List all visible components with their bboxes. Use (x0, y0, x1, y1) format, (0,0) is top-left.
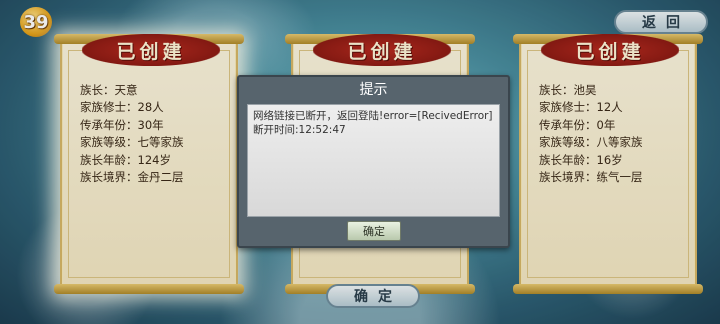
dialog-title: 提示 (359, 82, 388, 98)
dialog-message-line1: 网络链接已断开，返回登陆!error=[RecivedError] (253, 110, 493, 122)
alert-dialog: 提示 网络链接已断开，返回登陆!error=[RecivedError] 断开时… (237, 75, 510, 248)
dialog-message: 网络链接已断开，返回登陆!error=[RecivedError] 断开时间:1… (247, 104, 500, 217)
dialog-message-line2: 断开时间:12:52:47 (253, 124, 346, 136)
dialog-ok-button[interactable]: 确定 (347, 221, 401, 241)
